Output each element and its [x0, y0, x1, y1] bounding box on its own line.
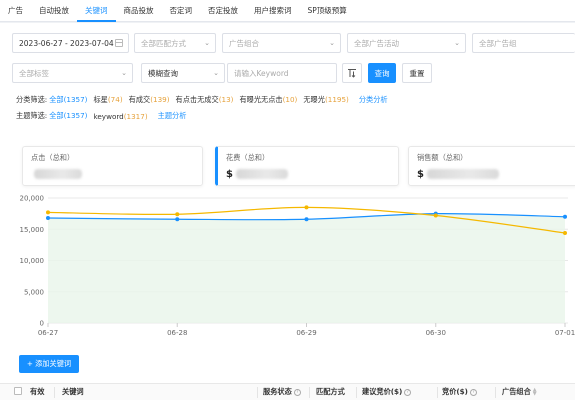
- chevron-down-icon: ⌄: [121, 69, 127, 77]
- y-tick-label: 15,000: [20, 226, 45, 234]
- metric-label: 点击（总和）: [31, 153, 75, 162]
- keyword-search-input[interactable]: 请输入Keyword: [227, 63, 337, 83]
- reset-button[interactable]: 重置: [402, 63, 432, 83]
- tab-search-terms[interactable]: 用户搜索词: [246, 0, 300, 22]
- metric-value: [31, 169, 194, 179]
- series-point[interactable]: [563, 214, 567, 219]
- redacted-value: [235, 169, 288, 179]
- chevron-down-icon: ⌄: [204, 39, 210, 47]
- series-point[interactable]: [46, 216, 50, 220]
- trend-chart-svg: 0 5,000 10,000 15,000 20,000 06-27 06-28 06-29 0…: [20, 195, 575, 338]
- metric-value: $: [417, 168, 569, 180]
- column-header-keyword: 关键词: [62, 387, 84, 396]
- adgroup-placeholder: 全部广告组: [479, 38, 517, 48]
- category-option-all[interactable]: 全部(1357): [49, 95, 87, 105]
- x-tick-label: 06-27: [38, 329, 58, 337]
- help-icon: ?: [404, 388, 412, 396]
- column-header-ad-portfolio[interactable]: 广告组合 ▲ ▼: [502, 387, 537, 397]
- topic-filter-label: 主题筛选:: [16, 111, 48, 120]
- date-range-value: 2023-06-27 - 2023-07-04: [19, 38, 114, 48]
- category-analysis-link[interactable]: 分类分析: [359, 95, 388, 105]
- column-header-suggested-bid: 建议竞价($)?: [362, 387, 412, 397]
- column-header-service-status: 服务状态?: [263, 387, 301, 397]
- category-option-starred[interactable]: 标星(74): [93, 95, 122, 105]
- category-option-converted[interactable]: 有成交(139): [129, 95, 170, 105]
- metric-label: 花费（总和）: [226, 153, 270, 162]
- metric-label: 销售额（总和）: [417, 153, 468, 162]
- help-icon: ?: [469, 388, 477, 396]
- tab-bar: 广告 自动投放 关键词 商品投放 否定词 否定投放 用户搜索词 SP顶级预算: [0, 0, 575, 22]
- topic-option-all[interactable]: 全部(1357): [49, 111, 87, 121]
- x-tick-label: 06-30: [426, 329, 446, 337]
- batch-filter-button[interactable]: [342, 63, 362, 83]
- chevron-down-icon: ⌄: [329, 39, 335, 47]
- ad-portfolio-select[interactable]: 广告组合 ⌄: [222, 33, 341, 53]
- match-type-select[interactable]: 全部匹配方式 ⌄: [134, 33, 216, 53]
- series-area: [48, 213, 565, 323]
- series-point[interactable]: [563, 231, 567, 235]
- y-tick-label: 10,000: [20, 257, 45, 265]
- redacted-value: [34, 169, 82, 179]
- sort-icon: ▲ ▼: [532, 387, 537, 397]
- y-tick-label: 0: [40, 320, 44, 328]
- series-point[interactable]: [175, 217, 180, 222]
- adgroup-select[interactable]: 全部广告组: [472, 33, 575, 53]
- query-mode-value: 模糊查询: [148, 68, 178, 78]
- redacted-value: [426, 169, 499, 179]
- keyword-placeholder: 请输入Keyword: [234, 68, 289, 78]
- series-point[interactable]: [433, 213, 438, 218]
- topic-option-keyword[interactable]: keyword(1317): [93, 112, 147, 121]
- category-filter: 分类筛选: 全部(1357) 标星(74) 有成交(139) 有点击无成交(13…: [16, 94, 388, 106]
- series-point[interactable]: [304, 217, 309, 222]
- y-tick-label: 20,000: [20, 195, 45, 203]
- chevron-down-icon: ⌄: [454, 39, 460, 47]
- table-header: 有效 关键词 服务状态? 匹配方式 建议竞价($)? 竞价($)? 广告组合 ▲ ▼: [0, 383, 575, 400]
- series-point[interactable]: [175, 212, 180, 217]
- currency-symbol: $: [226, 168, 233, 180]
- match-type-placeholder: 全部匹配方式: [141, 38, 186, 48]
- column-header-bid: 竞价($)?: [442, 387, 477, 397]
- chevron-down-icon: ⌄: [213, 69, 219, 77]
- tab-negative-targeting[interactable]: 否定投放: [200, 0, 246, 22]
- x-tick-label: 06-29: [296, 329, 316, 337]
- date-range-picker[interactable]: 2023-06-27 - 2023-07-04: [12, 33, 129, 53]
- calendar-icon: [115, 39, 123, 47]
- query-button[interactable]: 查询: [368, 63, 396, 83]
- category-option-no-impression[interactable]: 无曝光(1195): [303, 95, 348, 105]
- category-filter-label: 分类筛选:: [16, 95, 48, 104]
- tab-sp-top-budget[interactable]: SP顶级预算: [300, 0, 355, 22]
- help-icon: ?: [293, 388, 301, 396]
- topic-filter: 主题筛选: 全部(1357) keyword(1317) 主题分析: [16, 110, 186, 122]
- y-tick-label: 5,000: [24, 288, 44, 296]
- query-mode-select[interactable]: 模糊查询 ⌄: [141, 63, 225, 83]
- ad-portfolio-placeholder: 广告组合: [229, 38, 259, 48]
- currency-symbol: $: [417, 168, 424, 180]
- column-header-active: 有效: [30, 387, 45, 396]
- series-point[interactable]: [46, 210, 50, 215]
- tab-ads[interactable]: 广告: [0, 0, 31, 22]
- series-point[interactable]: [304, 205, 309, 210]
- tab-keywords[interactable]: 关键词: [77, 0, 116, 22]
- tag-select[interactable]: 全部标签 ⌄: [12, 63, 133, 83]
- list-filter-icon: [348, 69, 356, 78]
- tab-auto-targeting[interactable]: 自动投放: [31, 0, 77, 22]
- column-header-match-type: 匹配方式: [316, 387, 345, 396]
- x-tick-label: 07-01: [555, 329, 575, 337]
- tag-placeholder: 全部标签: [19, 68, 49, 78]
- x-tick-label: 06-28: [167, 329, 187, 337]
- category-option-impression-no-click[interactable]: 有曝光无点击(10): [239, 95, 297, 105]
- tab-negative-keywords[interactable]: 否定词: [162, 0, 201, 22]
- campaign-select[interactable]: 全部广告活动 ⌄: [347, 33, 466, 53]
- topic-analysis-link[interactable]: 主题分析: [158, 111, 187, 121]
- metric-value: $: [226, 168, 390, 180]
- category-option-click-no-sale[interactable]: 有点击无成交(13): [176, 95, 234, 105]
- tab-product-targeting[interactable]: 商品投放: [116, 0, 162, 22]
- campaign-placeholder: 全部广告活动: [354, 38, 399, 48]
- trend-chart: 0 5,000 10,000 15,000 20,000 06-27 06-28 06-29 0…: [0, 180, 575, 340]
- add-keyword-button[interactable]: + 添加关键词: [19, 355, 79, 373]
- select-all-checkbox[interactable]: [14, 387, 22, 395]
